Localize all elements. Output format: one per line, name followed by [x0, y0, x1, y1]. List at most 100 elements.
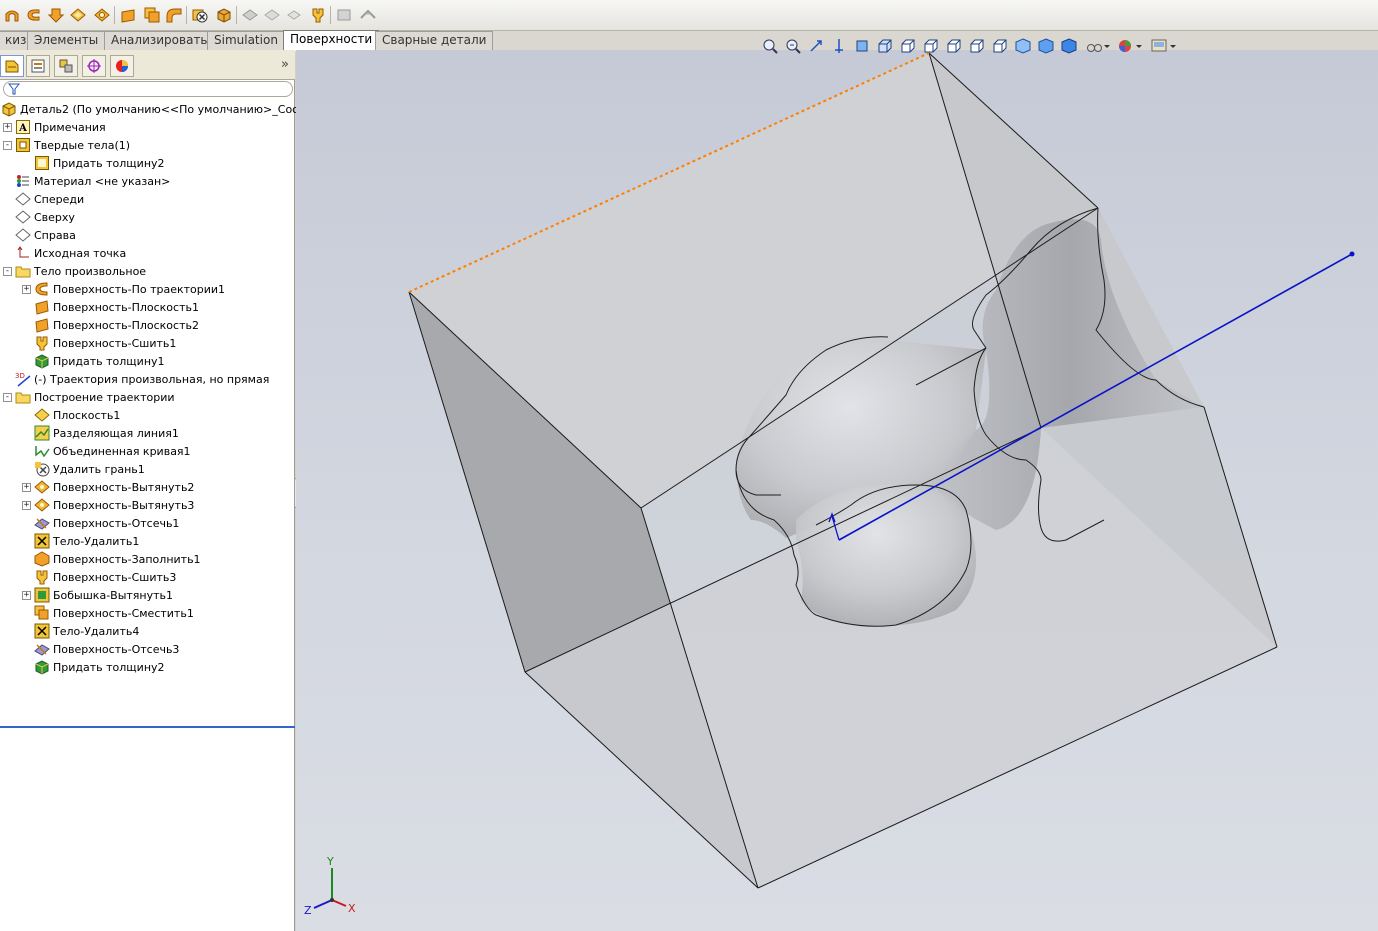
tree-item-label: Поверхность-Плоскость1: [53, 300, 199, 314]
tab-evaluate[interactable]: Анализировать: [104, 31, 215, 50]
tree-item[interactable]: Сверху: [3, 208, 75, 226]
tree-filter-input[interactable]: [3, 81, 293, 97]
tree-item[interactable]: + Поверхность-Вытянуть3: [22, 496, 194, 514]
tree-item-label: Придать толщину2: [53, 660, 165, 674]
tree-item[interactable]: Спереди: [3, 190, 84, 208]
tab-surfaces[interactable]: Поверхности: [283, 30, 380, 51]
tree-item[interactable]: Поверхность-Сшить1: [22, 334, 176, 352]
tree-item-label: Построение траектории: [34, 390, 175, 404]
replace-face-icon[interactable]: [334, 5, 354, 25]
thicken-icon[interactable]: [214, 5, 234, 25]
tree-item-label: Придать толщину2: [53, 156, 165, 170]
tree-item[interactable]: Удалить грань1: [22, 460, 145, 478]
tree-item[interactable]: Поверхность-Плоскость2: [22, 316, 199, 334]
tree-item[interactable]: Придать толщину1: [22, 352, 165, 370]
tree-item[interactable]: + A Примечания: [3, 118, 106, 136]
tab-weldments[interactable]: Сварные детали: [375, 31, 494, 50]
cut-with-surface-icon[interactable]: [358, 5, 378, 25]
tab-simulation[interactable]: Simulation: [207, 31, 285, 50]
tree-item[interactable]: + Бобышка-Вытянуть1: [22, 586, 173, 604]
untrim-icon[interactable]: [262, 5, 282, 25]
move-face-icon[interactable]: [284, 5, 304, 25]
tree-item[interactable]: Тело-Удалить1: [22, 532, 139, 550]
configuration-manager-tab[interactable]: [54, 55, 78, 77]
fillet-surface-icon[interactable]: [164, 5, 184, 25]
expand-chevron-icon[interactable]: »: [281, 57, 289, 72]
tree-item-label: Тело произвольное: [34, 264, 147, 278]
tree-item[interactable]: Материал <не указан>: [3, 172, 170, 190]
tree-item-label: Твердые тела(1): [34, 138, 131, 152]
tree-item[interactable]: Поверхность-Сшить3: [22, 568, 176, 586]
tree-item[interactable]: Тело-Удалить4: [22, 622, 139, 640]
ruled-surface-icon[interactable]: [240, 5, 260, 25]
boss-extrude-icon: [34, 587, 50, 603]
tree-item[interactable]: Справа: [3, 226, 76, 244]
collapse-icon[interactable]: -: [3, 266, 12, 276]
feature-manager-panel: » Деталь2 (По умолчанию<<По умолчанию>_С…: [0, 50, 325, 931]
dimxpert-tab[interactable]: [82, 55, 106, 77]
filter-icon: [8, 83, 20, 95]
svg-text:A: A: [18, 123, 27, 134]
delete-face-icon: [34, 461, 50, 477]
expand-icon[interactable]: +: [22, 284, 31, 294]
display-manager-tab[interactable]: [110, 55, 134, 77]
planar-surface-icon[interactable]: [118, 5, 138, 25]
tree-item-label: Поверхность-Отсечь1: [53, 516, 180, 530]
expand-icon[interactable]: +: [22, 500, 31, 510]
swept-surface-icon[interactable]: [2, 5, 22, 25]
tree-item[interactable]: Плоскость1: [22, 406, 120, 424]
configuration-manager-icon: [59, 59, 73, 73]
tree-item[interactable]: + Поверхность-Вытянуть2: [22, 478, 194, 496]
collapse-icon[interactable]: -: [3, 140, 12, 150]
tree-item[interactable]: Исходная точка: [3, 244, 126, 262]
loft-surface-icon[interactable]: [46, 5, 66, 25]
delete-body-icon: [34, 533, 50, 549]
rollback-bar[interactable]: [0, 726, 295, 728]
tree-item[interactable]: Поверхность-Заполнить1: [22, 550, 201, 568]
tree-root-part[interactable]: Деталь2 (По умолчанию<<По умолчанию>_Сос…: [1, 100, 325, 118]
material-icon: [15, 173, 31, 189]
delete-face-icon[interactable]: [190, 5, 210, 25]
thicken-icon: [34, 659, 50, 675]
tree-item[interactable]: Объединенная кривая1: [22, 442, 191, 460]
tree-item[interactable]: Поверхность-Сместить1: [22, 604, 194, 622]
tree-item[interactable]: 3D (-) Траектория произвольная, но прямая: [3, 370, 269, 388]
tree-item[interactable]: - Тело произвольное: [3, 262, 146, 280]
tree-item[interactable]: - Твердые тела(1): [3, 136, 130, 154]
tree-item[interactable]: Придать толщину2: [22, 658, 165, 676]
property-manager-tab[interactable]: [26, 55, 50, 77]
tree-item-label: Справа: [34, 228, 76, 242]
split-line-icon: [34, 425, 50, 441]
tree-item[interactable]: Разделяющая линия1: [22, 424, 179, 442]
sweep-surface-lower[interactable]: [796, 484, 976, 626]
tree-item[interactable]: + Поверхность-По траектории1: [22, 280, 225, 298]
expand-icon[interactable]: +: [3, 122, 12, 132]
trajectory-endpoint[interactable]: [1349, 251, 1355, 257]
tree-item[interactable]: Поверхность-Отсечь3: [22, 640, 179, 658]
extrude-surface-icon[interactable]: [92, 5, 112, 25]
model-view[interactable]: [296, 50, 1378, 931]
graphics-area[interactable]: Y X Z: [296, 38, 1378, 931]
expand-icon[interactable]: +: [22, 482, 31, 492]
knit-icon[interactable]: [308, 5, 328, 25]
folder-icon: [15, 263, 31, 279]
tree-item[interactable]: - Построение траектории: [3, 388, 175, 406]
tab-features[interactable]: Элементы: [27, 31, 106, 50]
boundary-surface-icon[interactable]: [68, 5, 88, 25]
tree-item-label: Сверху: [34, 210, 75, 224]
tree-item[interactable]: Поверхность-Плоскость1: [22, 298, 199, 316]
tree-item-label: Поверхность-Заполнить1: [53, 552, 201, 566]
tree-item[interactable]: Придать толщину2: [22, 154, 165, 172]
collapse-icon[interactable]: -: [3, 392, 12, 402]
trim-surface-icon: [34, 641, 50, 657]
offset-surface-icon[interactable]: [142, 5, 162, 25]
tree-item[interactable]: Поверхность-Отсечь1: [22, 514, 179, 532]
tree-item-label: Примечания: [34, 120, 106, 134]
tree-item-label: Поверхность-Сшить1: [53, 336, 177, 350]
3d-sketch-icon: 3D: [15, 371, 31, 387]
tree-item-label: Поверхность-Плоскость2: [53, 318, 199, 332]
expand-icon[interactable]: +: [22, 590, 31, 600]
feature-manager-tab[interactable]: [0, 55, 24, 77]
revolve-surface-icon[interactable]: [24, 5, 44, 25]
tree-item-label: Поверхность-По траектории1: [53, 282, 226, 296]
